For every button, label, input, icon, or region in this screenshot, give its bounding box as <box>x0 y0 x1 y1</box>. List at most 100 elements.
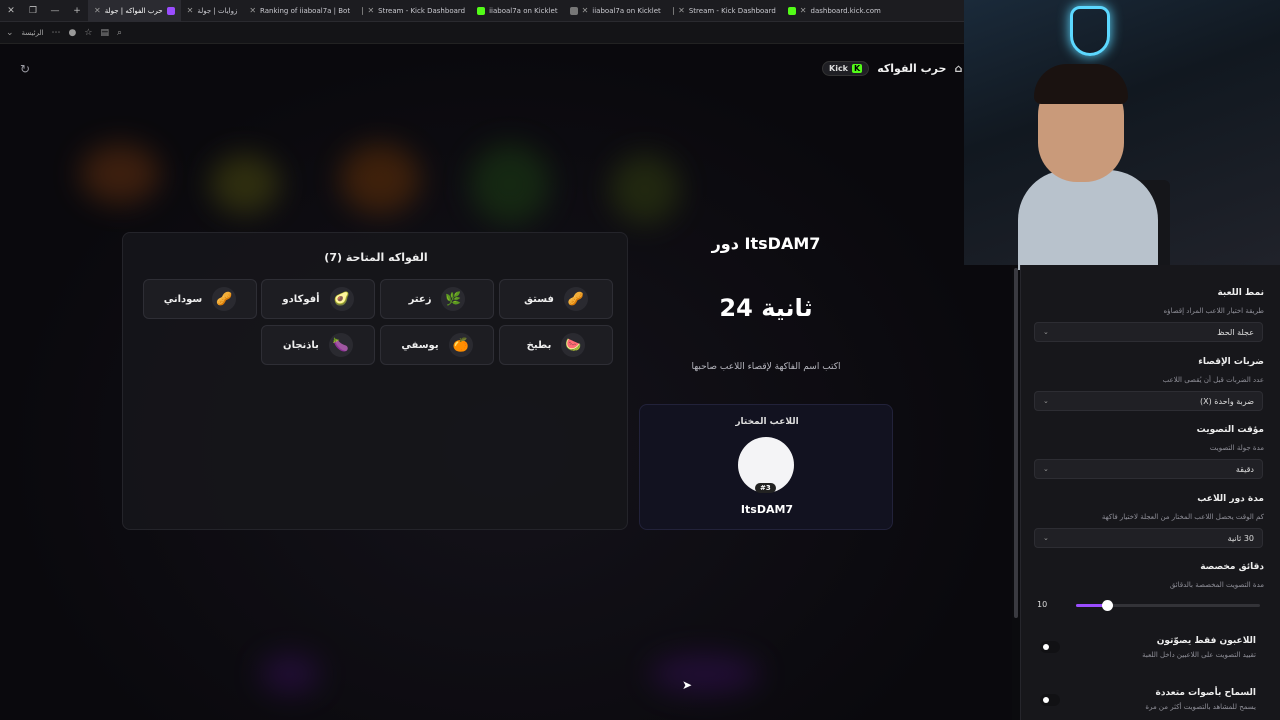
tab-close-icon[interactable]: ✕ <box>582 6 589 15</box>
players-only-subtitle: تقييد التصويت على اللاعبين داخل اللعبة <box>1142 651 1256 659</box>
fruit-button[interactable]: 🥜 سوداني <box>143 279 257 319</box>
browser-tab[interactable]: ✕ Stream - Kick Dashboard <box>356 0 471 22</box>
browser-tab[interactable]: ✕ Stream - Kick Dashboard <box>667 0 782 22</box>
turn-title: دور ItsDAM7 <box>711 234 821 253</box>
players-only-title: اللاعبون فقط يصوّتون <box>1156 636 1256 646</box>
brand-header: Kick K حرب الفواكه ⌂ <box>822 61 962 76</box>
turn-duration-subtitle: كم الوقت يحصل اللاعب المختار من العجلة ل… <box>1101 513 1264 521</box>
browser-tab[interactable]: ✕ Ranking of iiaboal7a | Bot <box>243 0 356 22</box>
scrollbar[interactable] <box>1014 268 1018 618</box>
browser-tab[interactable]: ✕ iiaboal7a on Kicklet <box>564 0 667 22</box>
elimination-hits-title: ضربات الإقصاء <box>1198 357 1264 367</box>
fruit-button[interactable]: 🥑 أفوكادو <box>261 279 375 319</box>
vote-timer-subtitle: مدة جولة التصويت <box>1209 444 1264 452</box>
game-mode-select[interactable]: عجلة الحظ ⌄ <box>1034 322 1263 342</box>
kick-badge: Kick K <box>822 61 870 76</box>
tab-favicon <box>477 6 486 15</box>
tab-favicon <box>569 6 578 15</box>
address-bar[interactable]: ⌄ الرئيسة ⋯ ● ☆ ▤ ⌕ <box>0 22 964 44</box>
close-window-icon[interactable]: ✕ <box>0 0 22 22</box>
custom-minutes-title: دقائق مخصصة <box>1200 562 1264 572</box>
chevron-down-icon: ⌄ <box>1043 328 1049 336</box>
star-icon[interactable]: ☆ <box>84 28 92 38</box>
tab-close-icon[interactable]: ✕ <box>94 6 101 15</box>
neon-sign <box>1070 6 1110 56</box>
fruit-button[interactable]: 🌿 زعتر <box>380 279 494 319</box>
background-fruit <box>80 144 160 204</box>
background-fruit <box>610 154 680 224</box>
background-fruit <box>340 144 420 214</box>
profile-icon[interactable]: ● <box>69 28 77 38</box>
browser-tab[interactable]: ✕ زوايات | جولة <box>181 0 244 22</box>
page-title: حرب الفواكه <box>877 62 947 75</box>
selected-player-card: اللاعب المختار #3 ItsDAM7 <box>639 404 893 530</box>
kick-logo-icon: K <box>852 64 863 73</box>
game-mode-title: نمط اللعبة <box>1217 288 1264 298</box>
vote-timer-title: مؤقت التصويت <box>1196 425 1264 435</box>
fruit-icon: 🥑 <box>329 287 354 311</box>
turn-hint: اكتب اسم الفاكهة لإقصاء اللاعب صاحبها <box>691 362 841 372</box>
players-only-toggle[interactable] <box>1040 641 1060 653</box>
custom-minutes-value: 10 <box>1037 600 1048 609</box>
browser-tab[interactable]: ✕ dashboard.kick.com <box>782 0 887 22</box>
streamer-body <box>1018 170 1158 270</box>
tab-close-icon[interactable]: ✕ <box>367 6 374 15</box>
background-fruit <box>260 654 320 694</box>
tab-favicon <box>166 6 175 15</box>
refresh-icon[interactable]: ↻ <box>20 62 30 76</box>
background-fruit <box>470 144 550 224</box>
tab-favicon <box>362 6 364 15</box>
background-fruit <box>650 654 760 694</box>
vote-timer-select[interactable]: دقيقة ⌄ <box>1034 459 1263 479</box>
fruit-icon: 🥜 <box>212 287 237 311</box>
home-icon[interactable]: ⌂ <box>954 62 962 75</box>
streamer-hair <box>1034 64 1128 104</box>
available-fruits-panel: الفواكه المتاحة (7) 🥜 فستق 🌿 زعتر 🥑 أفوكادو… <box>122 232 628 530</box>
browser-tab[interactable]: iiaboal7a on Kicklet <box>471 0 564 22</box>
custom-minutes-slider[interactable] <box>1076 600 1260 611</box>
chevron-down-icon: ⌄ <box>1043 534 1049 542</box>
reader-icon[interactable]: ▤ <box>100 28 109 38</box>
selected-player-label: اللاعب المختار <box>735 417 799 427</box>
turn-duration-select[interactable]: 30 ثانية ⌄ <box>1034 528 1263 548</box>
browser-tab[interactable]: ✕ حرب الفواكه | جولة <box>88 0 181 22</box>
address-label: الرئيسة <box>21 28 44 37</box>
browser-tabbar: ✕ ❐ — + ✕ حرب الفواكه | جولة ✕ زوايات | جو… <box>0 0 964 22</box>
minimize-window-icon[interactable]: — <box>44 0 66 22</box>
multi-votes-toggle[interactable] <box>1040 694 1060 706</box>
fruit-button[interactable]: 🍉 بطيخ <box>499 325 613 365</box>
tab-favicon <box>787 6 796 15</box>
fruit-button[interactable]: 🍆 باذنجان <box>261 325 375 365</box>
game-page: ↻ Kick K حرب الفواكه ⌂ الفواكه المتاحة (7… <box>0 44 1012 720</box>
fruit-icon: 🍆 <box>328 333 353 357</box>
tab-close-icon[interactable]: ✕ <box>678 6 685 15</box>
new-tab-icon[interactable]: + <box>66 0 88 22</box>
multi-votes-subtitle: يسمح للمشاهد بالتصويت أكثر من مرة <box>1145 703 1256 711</box>
elimination-hits-subtitle: عدد الضربات قبل أن يُقصى اللاعب <box>1162 376 1264 384</box>
custom-minutes-subtitle: مدة التصويت المخصصة بالدقائق <box>1169 581 1264 589</box>
tab-close-icon[interactable]: ✕ <box>187 6 194 15</box>
rank-badge: #3 <box>755 483 776 493</box>
restore-window-icon[interactable]: ❐ <box>22 0 44 22</box>
mouse-cursor-icon: ➤ <box>682 678 693 692</box>
multi-votes-title: السماح بأصوات متعددة <box>1155 688 1256 698</box>
fruit-icon: 🥜 <box>563 287 588 311</box>
elimination-hits-select[interactable]: ضربة واحدة (X) ⌄ <box>1034 391 1263 411</box>
tab-close-icon[interactable]: ✕ <box>249 6 256 15</box>
more-icon[interactable]: ⋯ <box>52 28 61 38</box>
turn-timer: 24 ثانية <box>719 294 813 322</box>
fruit-icon: 🌿 <box>441 287 466 311</box>
chevron-down-icon[interactable]: ⌄ <box>6 28 14 38</box>
turn-duration-title: مدة دور اللاعب <box>1197 494 1264 504</box>
fruit-icon: 🍉 <box>561 333 586 357</box>
fruit-button[interactable]: 🍊 يوسفي <box>380 325 494 365</box>
chevron-down-icon: ⌄ <box>1043 397 1049 405</box>
fruit-button[interactable]: 🥜 فستق <box>499 279 613 319</box>
game-mode-subtitle: طريقة اختيار اللاعب المراد إقصاؤه <box>1163 307 1264 315</box>
fruit-icon: 🍊 <box>448 333 473 357</box>
toggle-knob <box>1043 644 1049 650</box>
tab-favicon <box>672 6 675 15</box>
search-icon[interactable]: ⌕ <box>117 28 122 38</box>
chevron-down-icon: ⌄ <box>1043 465 1049 473</box>
tab-close-icon[interactable]: ✕ <box>800 6 807 15</box>
